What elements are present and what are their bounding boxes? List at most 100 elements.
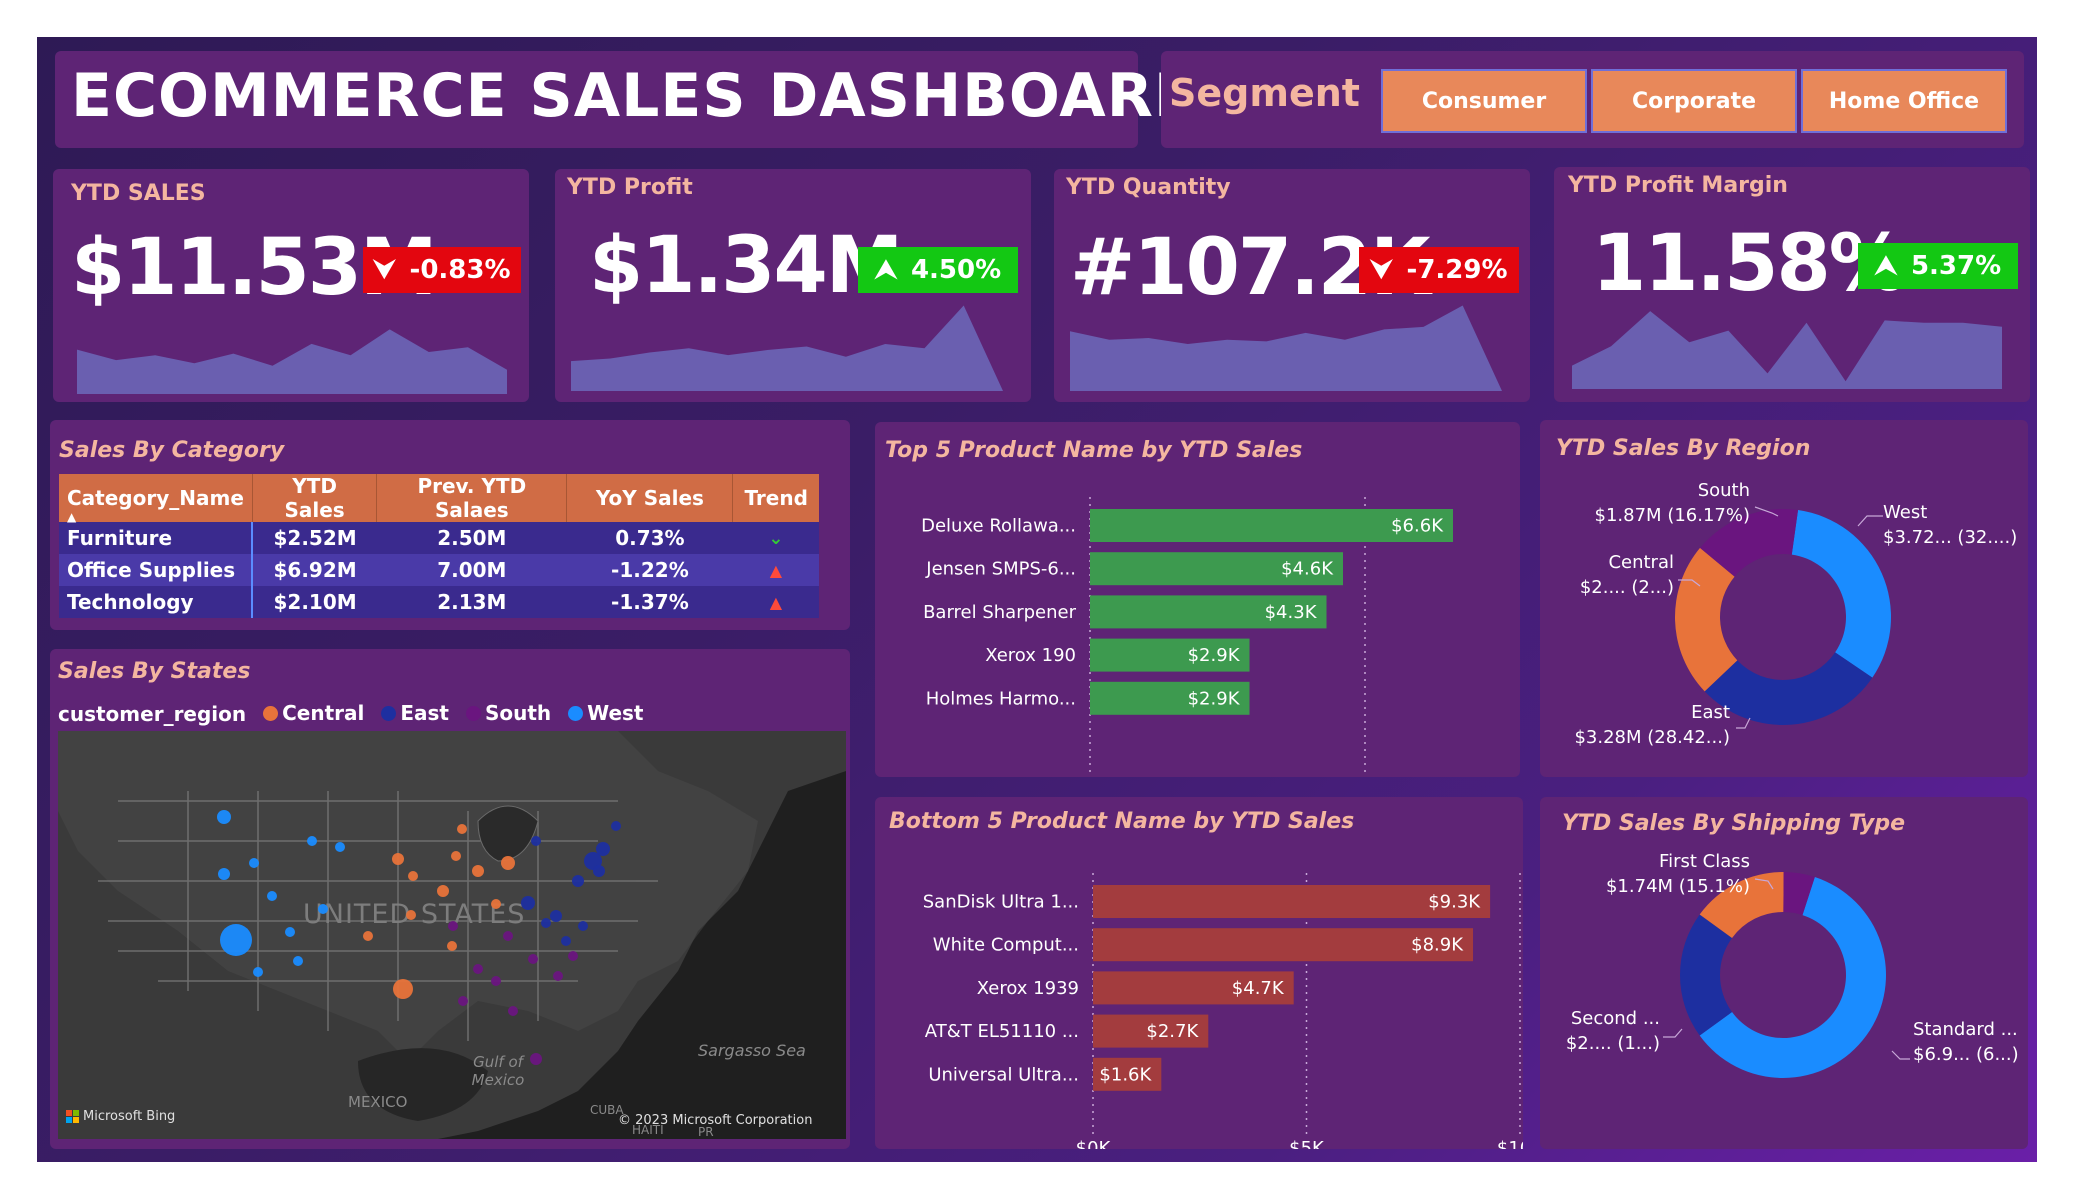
region-label-east: East $3.28M (28.42...) [1574, 702, 1730, 748]
category-name: Technology [59, 586, 254, 618]
map-marker[interactable] [530, 1053, 542, 1065]
map-marker[interactable] [568, 951, 578, 961]
map-marker[interactable] [363, 931, 373, 941]
data-label: $2.9K [1188, 688, 1241, 709]
map-marker[interactable] [447, 941, 457, 951]
map-marker[interactable] [611, 821, 621, 831]
shipping-label-second-class: Second ... $2.... (1...) [1565, 1008, 1660, 1054]
category-label: Holmes Harmo... [926, 688, 1076, 709]
dashboard-canvas: ECOMMERCE SALES DASHBOARD Segment Consum… [37, 37, 2037, 1162]
prev-ytd-cell: 2.50M [376, 522, 567, 554]
map-marker[interactable] [561, 936, 571, 946]
table-row[interactable]: Technology $2.10M 2.13M -1.37% ▲ [59, 586, 819, 618]
map-marker[interactable] [285, 927, 295, 937]
map-marker[interactable] [406, 910, 416, 920]
tick-label: $5K [1348, 776, 1384, 777]
arrow-down-icon: ⮟ [1370, 254, 1393, 285]
map-marker[interactable] [392, 853, 404, 865]
sales-by-region-panel: YTD Sales By Region South $1.87M (16.17%)… [1540, 420, 2028, 777]
legend-item-south[interactable]: South [465, 701, 551, 725]
column-header[interactable]: Prev. YTD Salaes [376, 474, 568, 522]
data-label: $9.3K [1428, 892, 1481, 913]
kpi-change-badge: ⮟ -7.29% [1359, 247, 1519, 293]
legend-item-east[interactable]: East [381, 701, 449, 725]
map-marker[interactable] [578, 921, 588, 931]
page-title: ECOMMERCE SALES DASHBOARD [71, 61, 1205, 131]
segment-consumer-button[interactable]: Consumer [1381, 69, 1587, 133]
map-marker[interactable] [335, 842, 345, 852]
map-marker[interactable] [307, 836, 317, 846]
column-header[interactable]: Trend [732, 474, 819, 522]
map-marker[interactable] [249, 858, 259, 868]
map-marker[interactable] [451, 851, 461, 861]
category-label: White Comput... [933, 935, 1079, 956]
segment-label: Segment [1169, 71, 1360, 115]
segment-home-office-button[interactable]: Home Office [1801, 69, 2007, 133]
arrow-up-icon: ⮝ [1874, 250, 1897, 281]
category-label: Universal Ultra... [928, 1064, 1079, 1085]
map-marker[interactable] [521, 896, 535, 910]
map-marker[interactable] [267, 891, 277, 901]
map-marker[interactable] [393, 979, 413, 999]
category-label: Xerox 1939 [977, 978, 1079, 999]
map-marker[interactable] [220, 924, 252, 956]
data-label: $8.9K [1411, 935, 1464, 956]
map-marker[interactable] [491, 976, 501, 986]
map-marker[interactable] [217, 810, 231, 824]
kpi-change: 4.50% [910, 255, 1002, 285]
shipping-label-standard-class: Standard ... $6.9... (6...) [1913, 1019, 2019, 1065]
column-header[interactable]: YTD Sales [252, 474, 378, 522]
bottom-5-products-panel: Bottom 5 Product Name by YTD Sales $0K $5… [875, 797, 1523, 1149]
sales-by-states-panel: Sales By States customer_region Central … [50, 649, 850, 1149]
legend-item-west[interactable]: West [568, 701, 644, 725]
leader-line [1891, 1050, 1910, 1060]
map-marker[interactable] [318, 904, 328, 914]
map-marker[interactable] [457, 824, 467, 834]
donut-slice[interactable] [1791, 510, 1891, 678]
map-marker[interactable] [501, 856, 515, 870]
map-marker[interactable] [553, 971, 563, 981]
map-marker[interactable] [218, 868, 230, 880]
title-panel: ECOMMERCE SALES DASHBOARD [55, 51, 1204, 148]
map-marker[interactable] [572, 875, 584, 887]
map-marker[interactable] [408, 871, 418, 881]
trend-up-icon: ▲ [732, 586, 819, 618]
dot-icon [568, 705, 584, 721]
kpi-change-badge: ⮟ -0.83% [363, 247, 521, 293]
map-marker[interactable] [528, 954, 538, 964]
map-marker[interactable] [531, 836, 541, 846]
map-marker[interactable] [472, 865, 484, 877]
prev-ytd-cell: 7.00M [376, 554, 567, 586]
map-marker[interactable] [473, 964, 483, 974]
kpi-change-badge: ⮝ 4.50% [858, 247, 1018, 293]
map-marker[interactable] [253, 967, 263, 977]
map-marker[interactable] [596, 842, 610, 856]
map-marker[interactable] [593, 865, 605, 877]
column-header[interactable]: Category_Name ▲ [59, 474, 253, 524]
map-marker[interactable] [293, 956, 303, 966]
map-marker[interactable] [491, 899, 501, 909]
map-marker[interactable] [448, 921, 458, 931]
table-row[interactable]: Office Supplies $6.92M 7.00M -1.22% ▲ [59, 554, 819, 586]
map-marker[interactable] [541, 918, 551, 928]
map-dots [217, 810, 621, 1065]
category-name: Office Supplies [59, 554, 254, 586]
tick-label: $5K [1289, 1138, 1325, 1149]
segment-corporate-button[interactable]: Corporate [1591, 69, 1797, 133]
data-label: $1.6K [1099, 1064, 1152, 1085]
sparkline [1572, 311, 2002, 389]
column-header[interactable]: YoY Sales [566, 474, 734, 522]
map-marker[interactable] [503, 931, 513, 941]
map-marker[interactable] [508, 1006, 518, 1016]
map-marker[interactable] [437, 885, 449, 897]
map-marker[interactable] [550, 910, 562, 922]
map-marker[interactable] [458, 996, 468, 1006]
us-map[interactable]: UNITED STATES MEXICO Gulf of Mexico Sarg… [58, 731, 846, 1139]
legend-item-central[interactable]: Central [263, 701, 364, 725]
kpi-change: -0.83% [409, 255, 511, 285]
table-row[interactable]: Furniture $2.52M 2.50M 0.73% ⌄ [59, 522, 819, 554]
data-label: $4.6K [1281, 559, 1334, 580]
sparkline-area [77, 329, 507, 394]
donut-slice[interactable] [1680, 914, 1733, 1036]
kpi-title: YTD SALES [71, 181, 206, 206]
